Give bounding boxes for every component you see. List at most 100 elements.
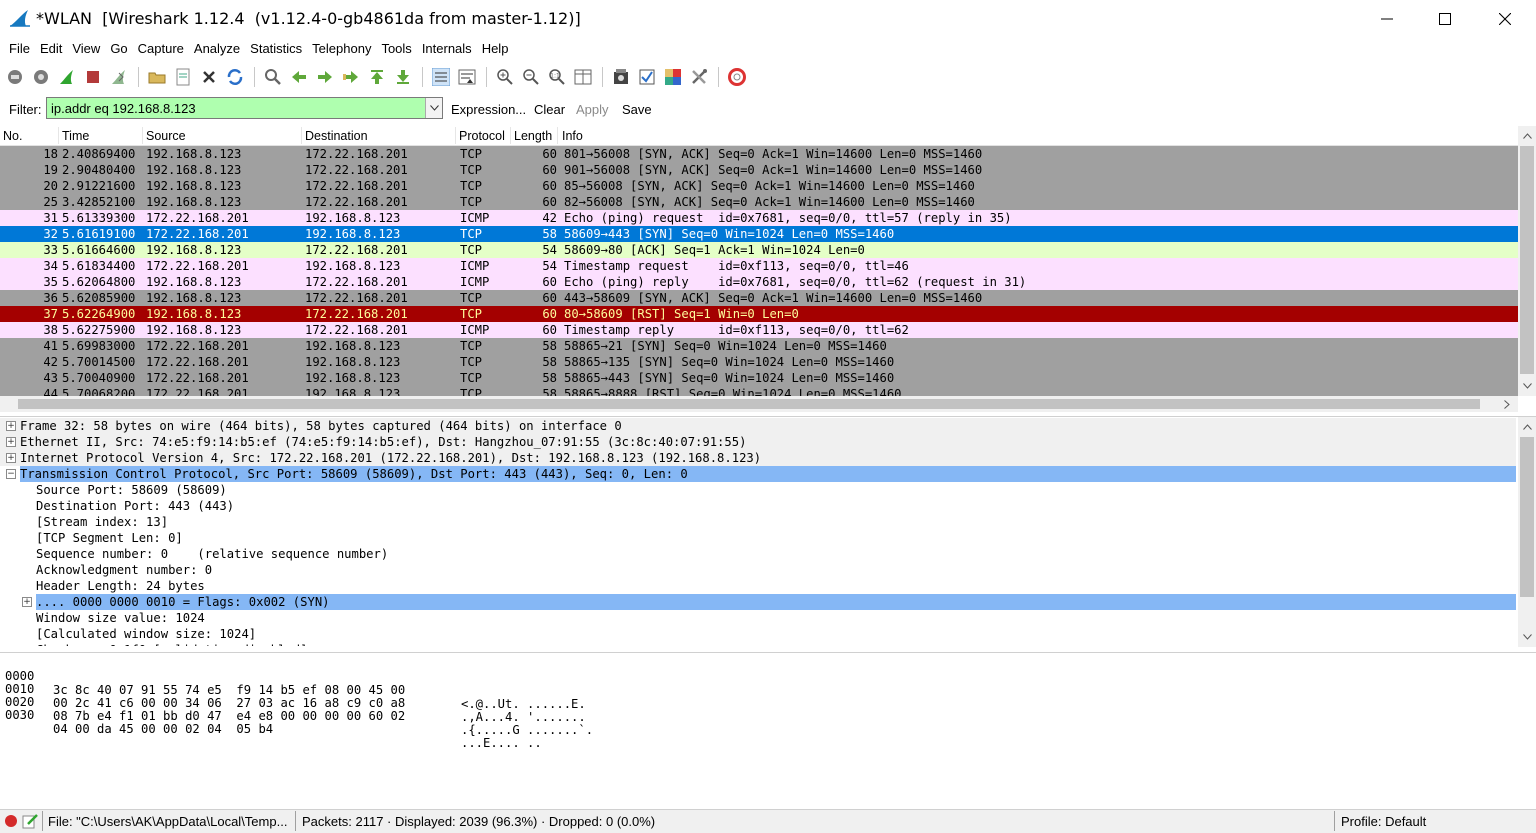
menu-capture[interactable]: Capture: [133, 38, 189, 62]
filter-dropdown-button[interactable]: [425, 98, 442, 118]
auto-scroll-icon[interactable]: [458, 68, 476, 86]
scroll-up-arrow[interactable]: [1518, 419, 1536, 435]
detail-row[interactable]: + Frame 32: 58 bytes on wire (464 bits), …: [0, 418, 1516, 434]
filter-input[interactable]: [47, 98, 429, 118]
minimize-button[interactable]: [1358, 0, 1416, 38]
bytes-row[interactable]: 0030 04 00 da 45 00 00 02 04 05 b4 ...E.…: [5, 694, 542, 750]
scroll-down-arrow[interactable]: [1518, 629, 1536, 645]
save-file-icon[interactable]: [174, 68, 192, 86]
column-header-source[interactable]: Source: [146, 129, 186, 143]
restart-capture-icon[interactable]: [110, 68, 128, 86]
column-divider[interactable]: [510, 127, 511, 144]
expand-icon[interactable]: +: [6, 437, 16, 447]
stop-capture-icon[interactable]: [84, 68, 102, 86]
menu-telephony[interactable]: Telephony: [307, 38, 376, 62]
column-header-destination[interactable]: Destination: [305, 129, 368, 143]
interfaces-icon[interactable]: [6, 68, 24, 86]
menu-help[interactable]: Help: [477, 38, 514, 62]
capture-comments-icon[interactable]: [22, 813, 38, 829]
packet-row[interactable]: 32 5.61619100 172.22.168.201 192.168.8.123 T…: [0, 226, 1518, 242]
go-last-icon[interactable]: [394, 68, 412, 86]
scroll-thumb[interactable]: [1520, 437, 1534, 597]
packet-row[interactable]: 20 2.91221600 192.168.8.123 172.22.168.201 T…: [0, 178, 1518, 194]
hscroll-thumb[interactable]: [18, 399, 1480, 409]
packet-row[interactable]: 44 5.70068200 172.22.168.201 192.168.8.123 T…: [0, 386, 1518, 396]
expert-info-icon[interactable]: [4, 814, 18, 828]
detail-row[interactable]: [Stream index: 13]: [0, 514, 1516, 530]
bytes-row[interactable]: 0020 08 7b e4 f1 01 bb d0 47 e4 e8 00 00…: [5, 681, 593, 737]
menu-analyze[interactable]: Analyze: [189, 38, 245, 62]
column-divider[interactable]: [58, 127, 59, 144]
column-divider[interactable]: [557, 127, 558, 144]
expand-icon[interactable]: +: [6, 453, 16, 463]
detail-row[interactable]: Acknowledgment number: 0: [0, 562, 1516, 578]
menu-statistics[interactable]: Statistics: [245, 38, 307, 62]
bytes-row[interactable]: 0010 00 2c 41 c6 00 00 34 06 27 03 ac 16…: [5, 668, 586, 724]
detail-row[interactable]: [Calculated window size: 1024]: [0, 626, 1516, 642]
packet-row[interactable]: 35 5.62064800 192.168.8.123 172.22.168.201 I…: [0, 274, 1518, 290]
open-file-icon[interactable]: [148, 68, 166, 86]
detail-row[interactable]: Sequence number: 0 (relative sequence nu…: [0, 546, 1516, 562]
colorize-list-icon[interactable]: [432, 68, 450, 86]
collapse-icon[interactable]: −: [6, 469, 16, 479]
preferences-icon[interactable]: [690, 68, 708, 86]
column-header-info[interactable]: Info: [562, 129, 583, 143]
detail-row[interactable]: + Ethernet II, Src: 74:e5:f9:14:b5:ef (74…: [0, 434, 1516, 450]
capture-options-icon[interactable]: [32, 68, 50, 86]
packet-row[interactable]: 31 5.61339300 172.22.168.201 192.168.8.123 I…: [0, 210, 1518, 226]
packet-row[interactable]: 19 2.90480400 192.168.8.123 172.22.168.201 T…: [0, 162, 1518, 178]
detail-row[interactable]: Destination Port: 443 (443): [0, 498, 1516, 514]
packet-row[interactable]: 42 5.70014500 172.22.168.201 192.168.8.123 T…: [0, 354, 1518, 370]
start-capture-icon[interactable]: [58, 68, 76, 86]
column-divider[interactable]: [301, 127, 302, 144]
menu-edit[interactable]: Edit: [35, 38, 67, 62]
maximize-button[interactable]: [1416, 0, 1474, 38]
expand-icon[interactable]: +: [22, 597, 32, 607]
menu-go[interactable]: Go: [105, 38, 132, 62]
scroll-thumb[interactable]: [1520, 146, 1534, 374]
column-header-time[interactable]: Time: [62, 129, 89, 143]
detail-row[interactable]: − Transmission Control Protocol, Src Port…: [0, 466, 1516, 482]
packet-row[interactable]: 37 5.62264900 192.168.8.123 172.22.168.201 T…: [0, 306, 1518, 322]
go-back-icon[interactable]: [290, 68, 308, 86]
packet-row[interactable]: 34 5.61834400 172.22.168.201 192.168.8.123 I…: [0, 258, 1518, 274]
resize-columns-icon[interactable]: [574, 68, 592, 86]
capture-filters-icon[interactable]: [612, 68, 630, 86]
packet-row[interactable]: 33 5.61664600 192.168.8.123 172.22.168.201 T…: [0, 242, 1518, 258]
detail-row[interactable]: [TCP Segment Len: 0]: [0, 530, 1516, 546]
coloring-rules-icon[interactable]: [664, 68, 682, 86]
detail-row[interactable]: + Internet Protocol Version 4, Src: 172.2…: [0, 450, 1516, 466]
packet-list-vscrollbar[interactable]: [1518, 126, 1536, 396]
expression-button[interactable]: Expression...: [451, 102, 526, 117]
close-button[interactable]: [1476, 0, 1534, 38]
details-vscrollbar[interactable]: [1518, 417, 1536, 647]
normal-size-icon[interactable]: 1:1: [548, 68, 566, 86]
detail-row[interactable]: + .... 0000 0000 0010 = Flags: 0x002 (SYN…: [0, 594, 1516, 610]
detail-row[interactable]: Source Port: 58609 (58609): [0, 482, 1516, 498]
menu-file[interactable]: File: [4, 38, 35, 62]
column-header-protocol[interactable]: Protocol: [459, 129, 505, 143]
detail-row[interactable]: Checksum: 0x1f0 [validation disabled]: [0, 642, 1516, 646]
find-packet-icon[interactable]: [264, 68, 282, 86]
chevron-right-icon[interactable]: [1504, 400, 1510, 409]
packet-list-hscrollbar[interactable]: [0, 396, 1518, 412]
clear-filter-button[interactable]: Clear: [534, 102, 565, 117]
apply-filter-button[interactable]: Apply: [576, 102, 609, 117]
display-filters-icon[interactable]: [638, 68, 656, 86]
go-forward-icon[interactable]: [316, 68, 334, 86]
scroll-down-arrow[interactable]: [1518, 378, 1536, 394]
packet-row[interactable]: 38 5.62275900 192.168.8.123 172.22.168.201 I…: [0, 322, 1518, 338]
packet-row[interactable]: 18 2.40869400 192.168.8.123 172.22.168.201 T…: [0, 146, 1518, 162]
menu-view[interactable]: View: [67, 38, 105, 62]
help-icon[interactable]: [728, 68, 746, 86]
column-header-length[interactable]: Length: [514, 129, 552, 143]
packet-row[interactable]: 43 5.70040900 172.22.168.201 192.168.8.123 T…: [0, 370, 1518, 386]
bytes-row[interactable]: 0000 3c 8c 40 07 91 55 74 e5 f9 14 b5 ef…: [5, 655, 586, 711]
go-to-packet-icon[interactable]: [342, 68, 360, 86]
column-header-no[interactable]: No.: [3, 129, 22, 143]
filter-combobox[interactable]: [46, 97, 443, 119]
save-filter-button[interactable]: Save: [622, 102, 652, 117]
go-first-icon[interactable]: [368, 68, 386, 86]
scroll-up-arrow[interactable]: [1518, 128, 1536, 144]
packet-row[interactable]: 41 5.69983000 172.22.168.201 192.168.8.123 T…: [0, 338, 1518, 354]
